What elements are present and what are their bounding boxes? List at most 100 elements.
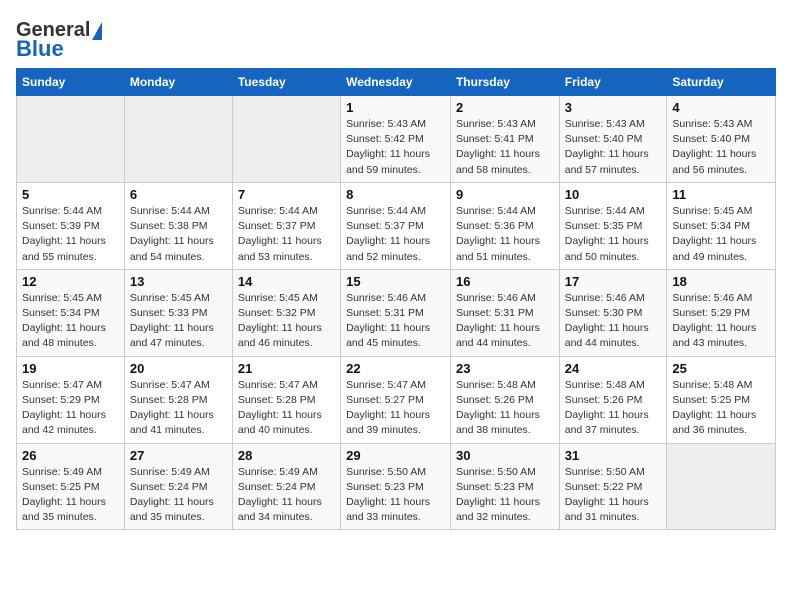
- week-row-3: 12 Sunrise: 5:45 AM Sunset: 5:34 PM Dayli…: [17, 269, 776, 356]
- col-header-sunday: Sunday: [17, 69, 125, 96]
- col-header-monday: Monday: [124, 69, 232, 96]
- day-detail: Sunrise: 5:49 AM Sunset: 5:25 PM Dayligh…: [22, 465, 119, 526]
- calendar-cell: 5Sunrise: 5:44 AM Sunset: 5:39 PM Daylig…: [17, 182, 125, 269]
- day-number: 15: [346, 274, 445, 289]
- calendar-cell: [17, 96, 125, 183]
- calendar-cell: 14 Sunrise: 5:45 AM Sunset: 5:32 PM Dayli…: [232, 269, 340, 356]
- day-detail: Sunrise: 5:50 AM Sunset: 5:22 PM Dayligh…: [565, 465, 662, 526]
- day-detail: Sunrise: 5:43 AM Sunset: 5:40 PM Dayligh…: [565, 117, 662, 178]
- header-row: SundayMondayTuesdayWednesdayThursdayFrid…: [17, 69, 776, 96]
- calendar-cell: 26 Sunrise: 5:49 AM Sunset: 5:25 PM Dayli…: [17, 443, 125, 530]
- day-number: 13: [130, 274, 227, 289]
- day-number: 19: [22, 361, 119, 376]
- logo: General Blue: [16, 20, 102, 60]
- calendar-cell: 30Sunrise: 5:50 AM Sunset: 5:23 PM Dayli…: [450, 443, 559, 530]
- day-number: 8: [346, 187, 445, 202]
- day-number: 10: [565, 187, 662, 202]
- day-number: 6: [130, 187, 227, 202]
- day-number: 24: [565, 361, 662, 376]
- day-number: 1: [346, 100, 445, 115]
- calendar-table: SundayMondayTuesdayWednesdayThursdayFrid…: [16, 68, 776, 530]
- day-number: 25: [672, 361, 770, 376]
- calendar-cell: [232, 96, 340, 183]
- calendar-cell: 4Sunrise: 5:43 AM Sunset: 5:40 PM Daylig…: [667, 96, 776, 183]
- calendar-cell: 1 Sunrise: 5:43 AM Sunset: 5:42 PM Daylig…: [341, 96, 451, 183]
- day-detail: Sunrise: 5:50 AM Sunset: 5:23 PM Dayligh…: [456, 465, 554, 526]
- calendar-cell: 31 Sunrise: 5:50 AM Sunset: 5:22 PM Dayli…: [559, 443, 667, 530]
- day-detail: Sunrise: 5:43 AM Sunset: 5:42 PM Dayligh…: [346, 117, 445, 178]
- day-number: 7: [238, 187, 335, 202]
- day-detail: Sunrise: 5:44 AM Sunset: 5:37 PM Dayligh…: [238, 204, 335, 265]
- week-row-2: 5Sunrise: 5:44 AM Sunset: 5:39 PM Daylig…: [17, 182, 776, 269]
- col-header-wednesday: Wednesday: [341, 69, 451, 96]
- day-number: 17: [565, 274, 662, 289]
- week-row-1: 1 Sunrise: 5:43 AM Sunset: 5:42 PM Daylig…: [17, 96, 776, 183]
- col-header-thursday: Thursday: [450, 69, 559, 96]
- day-detail: Sunrise: 5:45 AM Sunset: 5:34 PM Dayligh…: [672, 204, 770, 265]
- day-number: 23: [456, 361, 554, 376]
- day-detail: Sunrise: 5:47 AM Sunset: 5:29 PM Dayligh…: [22, 378, 119, 439]
- day-detail: Sunrise: 5:45 AM Sunset: 5:34 PM Dayligh…: [22, 291, 119, 352]
- day-detail: Sunrise: 5:44 AM Sunset: 5:37 PM Dayligh…: [346, 204, 445, 265]
- day-detail: Sunrise: 5:46 AM Sunset: 5:30 PM Dayligh…: [565, 291, 662, 352]
- day-number: 26: [22, 448, 119, 463]
- day-detail: Sunrise: 5:48 AM Sunset: 5:26 PM Dayligh…: [565, 378, 662, 439]
- day-detail: Sunrise: 5:47 AM Sunset: 5:27 PM Dayligh…: [346, 378, 445, 439]
- day-number: 5: [22, 187, 119, 202]
- calendar-cell: 22 Sunrise: 5:47 AM Sunset: 5:27 PM Dayli…: [341, 356, 451, 443]
- day-detail: Sunrise: 5:43 AM Sunset: 5:41 PM Dayligh…: [456, 117, 554, 178]
- day-detail: Sunrise: 5:48 AM Sunset: 5:25 PM Dayligh…: [672, 378, 770, 439]
- day-number: 4: [672, 100, 770, 115]
- day-detail: Sunrise: 5:45 AM Sunset: 5:33 PM Dayligh…: [130, 291, 227, 352]
- calendar-cell: 20 Sunrise: 5:47 AM Sunset: 5:28 PM Dayli…: [124, 356, 232, 443]
- calendar-cell: 2 Sunrise: 5:43 AM Sunset: 5:41 PM Daylig…: [450, 96, 559, 183]
- calendar-cell: 19 Sunrise: 5:47 AM Sunset: 5:29 PM Dayli…: [17, 356, 125, 443]
- day-detail: Sunrise: 5:46 AM Sunset: 5:31 PM Dayligh…: [456, 291, 554, 352]
- day-detail: Sunrise: 5:47 AM Sunset: 5:28 PM Dayligh…: [238, 378, 335, 439]
- day-detail: Sunrise: 5:47 AM Sunset: 5:28 PM Dayligh…: [130, 378, 227, 439]
- col-header-saturday: Saturday: [667, 69, 776, 96]
- calendar-cell: 24 Sunrise: 5:48 AM Sunset: 5:26 PM Dayli…: [559, 356, 667, 443]
- day-detail: Sunrise: 5:50 AM Sunset: 5:23 PM Dayligh…: [346, 465, 445, 526]
- day-number: 22: [346, 361, 445, 376]
- day-number: 28: [238, 448, 335, 463]
- day-number: 11: [672, 187, 770, 202]
- calendar-cell: [124, 96, 232, 183]
- day-detail: Sunrise: 5:44 AM Sunset: 5:35 PM Dayligh…: [565, 204, 662, 265]
- day-number: 14: [238, 274, 335, 289]
- calendar-cell: 12 Sunrise: 5:45 AM Sunset: 5:34 PM Dayli…: [17, 269, 125, 356]
- calendar-cell: 23 Sunrise: 5:48 AM Sunset: 5:26 PM Dayli…: [450, 356, 559, 443]
- calendar-cell: 3 Sunrise: 5:43 AM Sunset: 5:40 PM Daylig…: [559, 96, 667, 183]
- col-header-tuesday: Tuesday: [232, 69, 340, 96]
- calendar-cell: 13 Sunrise: 5:45 AM Sunset: 5:33 PM Dayli…: [124, 269, 232, 356]
- week-row-5: 26 Sunrise: 5:49 AM Sunset: 5:25 PM Dayli…: [17, 443, 776, 530]
- day-number: 16: [456, 274, 554, 289]
- calendar-cell: 10 Sunrise: 5:44 AM Sunset: 5:35 PM Dayli…: [559, 182, 667, 269]
- calendar-cell: 18Sunrise: 5:46 AM Sunset: 5:29 PM Dayli…: [667, 269, 776, 356]
- day-detail: Sunrise: 5:44 AM Sunset: 5:38 PM Dayligh…: [130, 204, 227, 265]
- header: General Blue: [16, 16, 776, 60]
- calendar-cell: 28Sunrise: 5:49 AM Sunset: 5:24 PM Dayli…: [232, 443, 340, 530]
- day-number: 27: [130, 448, 227, 463]
- day-number: 12: [22, 274, 119, 289]
- day-number: 29: [346, 448, 445, 463]
- day-number: 21: [238, 361, 335, 376]
- calendar-cell: 29 Sunrise: 5:50 AM Sunset: 5:23 PM Dayli…: [341, 443, 451, 530]
- calendar-cell: 6 Sunrise: 5:44 AM Sunset: 5:38 PM Daylig…: [124, 182, 232, 269]
- day-number: 9: [456, 187, 554, 202]
- calendar-cell: 21 Sunrise: 5:47 AM Sunset: 5:28 PM Dayli…: [232, 356, 340, 443]
- calendar-cell: 9Sunrise: 5:44 AM Sunset: 5:36 PM Daylig…: [450, 182, 559, 269]
- calendar-cell: 8 Sunrise: 5:44 AM Sunset: 5:37 PM Daylig…: [341, 182, 451, 269]
- day-detail: Sunrise: 5:45 AM Sunset: 5:32 PM Dayligh…: [238, 291, 335, 352]
- day-detail: Sunrise: 5:46 AM Sunset: 5:31 PM Dayligh…: [346, 291, 445, 352]
- day-detail: Sunrise: 5:48 AM Sunset: 5:26 PM Dayligh…: [456, 378, 554, 439]
- day-number: 31: [565, 448, 662, 463]
- calendar-cell: [667, 443, 776, 530]
- day-detail: Sunrise: 5:49 AM Sunset: 5:24 PM Dayligh…: [130, 465, 227, 526]
- logo-arrow-icon: [92, 22, 102, 40]
- day-number: 3: [565, 100, 662, 115]
- day-number: 2: [456, 100, 554, 115]
- day-number: 20: [130, 361, 227, 376]
- logo-blue: Blue: [16, 38, 64, 60]
- calendar-cell: 17 Sunrise: 5:46 AM Sunset: 5:30 PM Dayli…: [559, 269, 667, 356]
